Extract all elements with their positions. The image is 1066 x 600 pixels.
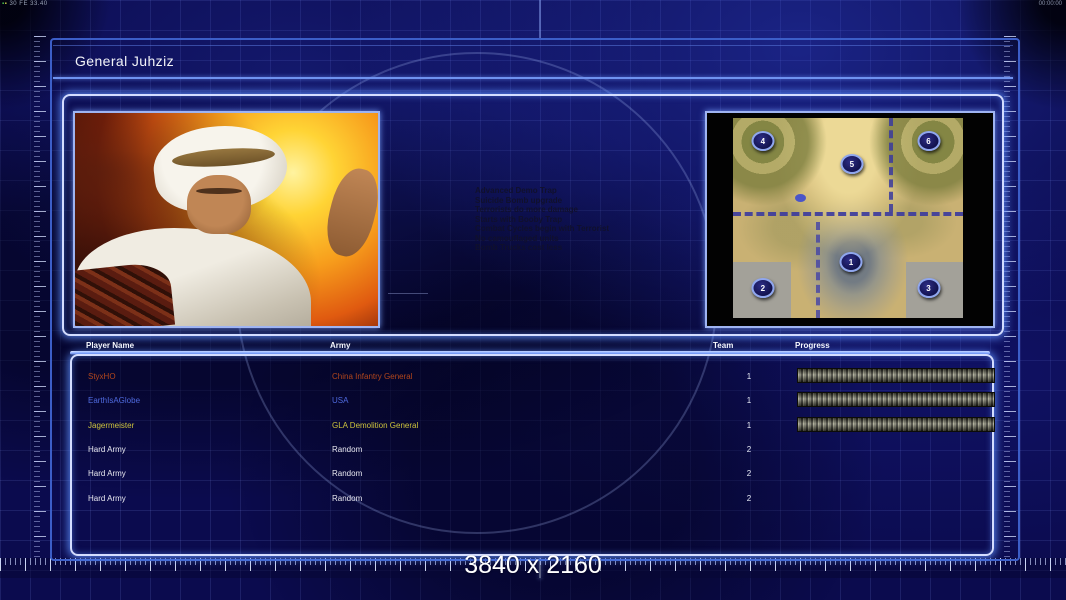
player-name: StyxHO	[88, 372, 116, 381]
progress-bar	[797, 392, 995, 408]
blueprint-vertical-line-top	[539, 0, 541, 38]
bonus-item: No camouflaged units	[475, 233, 559, 243]
player-name: Jagermeister	[88, 420, 135, 430]
bonus-list: Advanced Demo Trap Suicide Bomb upgrade Te…	[475, 186, 725, 253]
resolution-watermark: 3840 x 2160	[464, 551, 602, 579]
map-frame: 4 6 5 1 2 3	[705, 111, 995, 328]
page-title: General Juhziz	[75, 53, 174, 69]
progress-bar	[797, 416, 995, 432]
fps-debug-overlay: ▪▪ 30 FE 33.40	[2, 1, 48, 7]
loading-screen: ▪▪ 30 FE 33.40 00:00:00 General Juhziz A…	[0, 0, 1066, 600]
column-header-progress: Progress	[795, 341, 830, 350]
portrait-bandolier	[75, 261, 176, 326]
player-team: 1	[746, 396, 752, 406]
player-army: USA	[332, 396, 349, 406]
map-preview: 4 6 5 1 2 3	[733, 118, 963, 318]
player-team: 2	[746, 444, 752, 454]
map-road-vertical-bottom	[815, 222, 820, 318]
column-header-army: Army	[330, 341, 351, 350]
debug-text: 30 FE 33.40	[9, 1, 48, 7]
column-header-team: Team	[713, 341, 734, 350]
player-name: Hard Army	[88, 493, 126, 503]
map-start-marker: 4	[751, 131, 775, 151]
clock-overlay: 00:00:00	[1038, 1, 1062, 7]
bonus-item: Suicide Bomb upgrade	[475, 195, 563, 205]
portrait-face	[187, 174, 251, 235]
map-road-horizontal	[733, 212, 963, 216]
map-road-vertical-top	[889, 118, 894, 212]
table-row: Hard Army Random 2	[72, 486, 992, 510]
player-name: EarthIsAGlobe	[88, 396, 141, 406]
player-team: 1	[746, 420, 752, 430]
bonus-item: Bomb Trucks cost less	[475, 243, 563, 252]
player-army: Random	[332, 469, 363, 479]
progress-bar	[797, 368, 995, 383]
player-team: 1	[746, 372, 752, 381]
portrait-brow	[196, 187, 242, 194]
player-name: Hard Army	[88, 444, 126, 454]
title-top-line	[53, 45, 1013, 46]
map-start-marker: 3	[917, 278, 940, 298]
player-panel: StyxHO China Infantry General 1 EarthIsAGlo…	[70, 354, 995, 556]
player-name: Hard Army	[88, 469, 126, 479]
table-row: Jagermeister GLA Demolition General 1	[72, 413, 995, 437]
table-row: StyxHO China Infantry General 1	[72, 364, 995, 388]
player-rows: StyxHO China Infantry General 1 EarthIsAGlo…	[72, 356, 995, 554]
map-pond	[795, 194, 807, 202]
bonus-item: Advanced Demo Trap	[475, 186, 557, 195]
bonus-item: Terrorists do more damage	[475, 205, 578, 214]
title-underline	[53, 77, 1013, 79]
player-team: 2	[746, 469, 752, 479]
map-start-marker: 6	[917, 131, 940, 151]
bonus-item: Starts with Booby Trap	[475, 214, 563, 224]
player-army: GLA Demolition General	[332, 420, 419, 430]
map-start-marker: 2	[751, 278, 775, 298]
table-row: EarthIsAGlobe USA 1	[72, 388, 995, 412]
player-team: 2	[746, 493, 752, 503]
table-row: Hard Army Random 2	[72, 461, 992, 485]
bonus-item: Combat Cycles begin with Terrorist	[475, 224, 610, 233]
table-row: Hard Army Random 2	[72, 437, 992, 461]
column-header-player-name: Player Name	[86, 341, 135, 350]
general-portrait	[73, 111, 380, 328]
map-start-marker: 1	[839, 252, 863, 272]
debug-yellow-glyph: ▪	[4, 1, 8, 7]
ruler-left	[34, 36, 46, 558]
map-start-marker: 5	[840, 154, 864, 174]
player-army: China Infantry General	[332, 372, 413, 381]
player-army: Random	[332, 493, 363, 503]
player-army: Random	[332, 444, 363, 454]
